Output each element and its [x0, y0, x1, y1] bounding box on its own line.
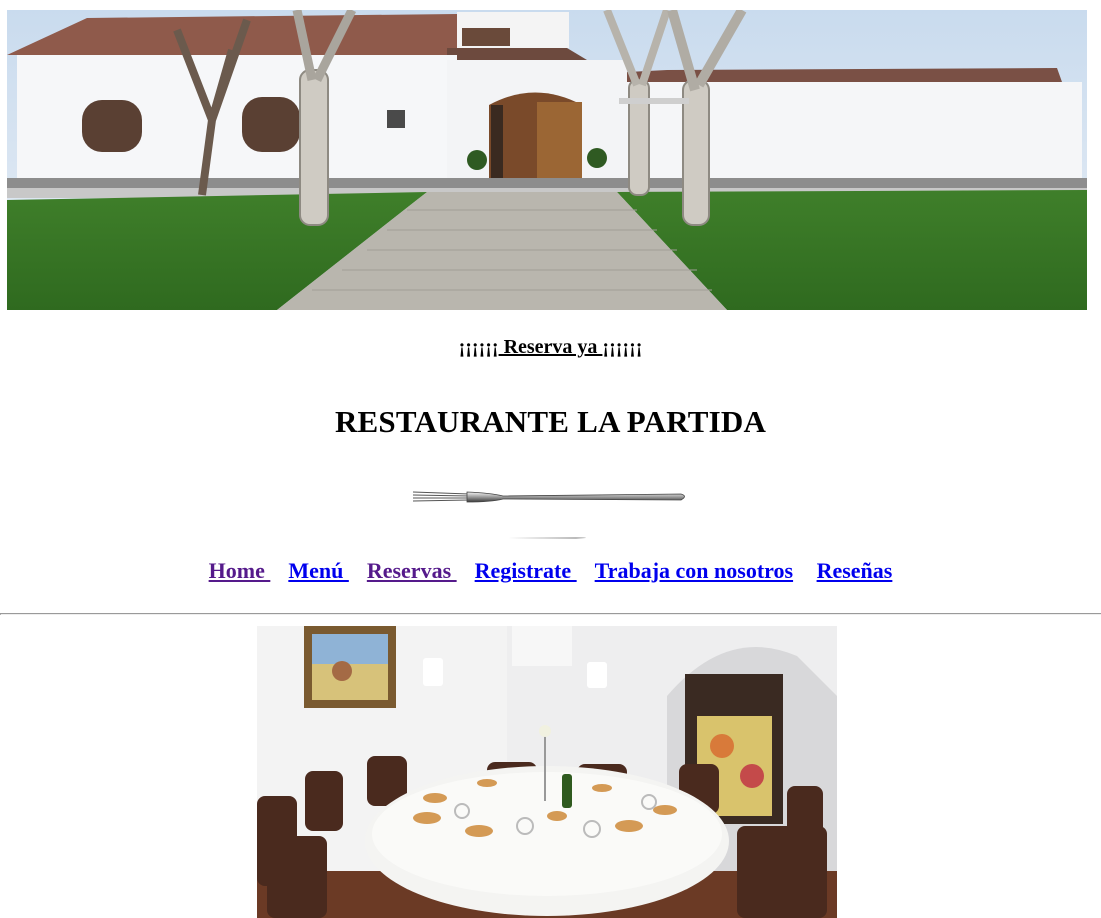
reserve-link[interactable]: Reserva ya — [499, 336, 603, 358]
reserve-prefix: ¡¡¡¡¡¡ — [458, 336, 499, 358]
nav-registrate-link[interactable]: Registrate — [475, 558, 577, 583]
fork-reflection — [506, 528, 590, 539]
reserve-suffix: ¡¡¡¡¡¡ — [602, 336, 643, 358]
divider — [0, 613, 1101, 615]
page-title: RESTAURANTE LA PARTIDA — [334, 404, 767, 439]
hero-image — [7, 10, 1087, 310]
nav-home-link[interactable]: Home — [209, 558, 271, 583]
nav-trabaja-link[interactable]: Trabaja con nosotros — [595, 558, 793, 583]
nav-reservas-link[interactable]: Reservas — [367, 558, 457, 583]
reserve-banner: ¡¡¡¡¡¡ Reserva ya ¡¡¡¡¡¡ — [0, 336, 1101, 359]
main-nav: Home Menú Reservas Registrate Trabaja co… — [0, 558, 1101, 584]
nav-menu-link[interactable]: Menú — [288, 558, 349, 583]
nav-resenas-link[interactable]: Reseñas — [817, 558, 893, 583]
fork-icon — [411, 486, 689, 508]
dining-room-image — [257, 626, 837, 918]
